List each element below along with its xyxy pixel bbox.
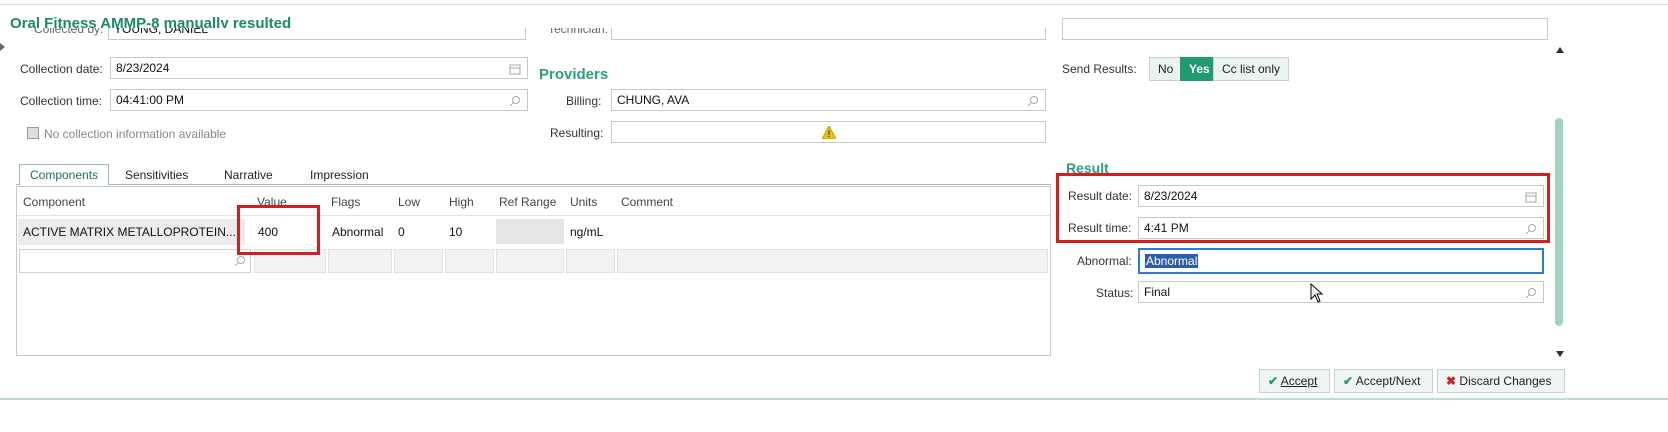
- collection-time-label: Collection time:: [20, 94, 103, 108]
- search-icon[interactable]: [1027, 93, 1039, 107]
- flags-cell[interactable]: Abnormal: [332, 219, 383, 245]
- status-value: Final: [1144, 285, 1171, 299]
- col-header-flags[interactable]: Flags: [331, 195, 360, 209]
- discard-changes-button[interactable]: ✖ Discard Changes: [1437, 369, 1565, 393]
- tab-impression[interactable]: Impression: [310, 168, 369, 182]
- svg-text:!: !: [828, 129, 831, 139]
- col-header-comment[interactable]: Comment: [621, 195, 673, 209]
- mouse-cursor-icon: [1310, 282, 1324, 306]
- accept-button[interactable]: ✔ Accept: [1259, 369, 1330, 393]
- collection-time-field[interactable]: 04:41:00 PM: [110, 89, 528, 111]
- close-icon: ✖: [1446, 374, 1457, 388]
- low-cell[interactable]: 0: [398, 219, 405, 245]
- units-cell[interactable]: ng/mL: [570, 219, 603, 245]
- new-units-cell[interactable]: [566, 249, 615, 273]
- technician-field[interactable]: [611, 28, 1046, 40]
- result-datetime-highlight-box: [1056, 173, 1550, 243]
- status-field[interactable]: Final: [1138, 281, 1544, 303]
- no-collection-label: No collection information available: [44, 127, 227, 141]
- collected-by-value: YOUNG, DANIEL: [114, 28, 209, 36]
- send-results-label: Send Results:: [1062, 62, 1137, 76]
- col-header-ref-range[interactable]: Ref Range: [499, 195, 556, 209]
- technician-row: Technician:: [538, 28, 1048, 40]
- send-results-no[interactable]: No: [1149, 57, 1183, 81]
- abnormal-value: Abnormal: [1145, 254, 1199, 268]
- new-low-cell[interactable]: [394, 249, 443, 273]
- col-header-units[interactable]: Units: [570, 195, 597, 209]
- top-right-field[interactable]: [1062, 18, 1548, 40]
- scroll-thumb[interactable]: [1555, 118, 1563, 326]
- new-high-cell[interactable]: [445, 249, 494, 273]
- check-next-icon: ✔: [1343, 374, 1354, 388]
- value-highlight-box: [237, 205, 320, 255]
- new-component-input[interactable]: [19, 249, 251, 273]
- technician-label: Technician:: [548, 28, 609, 36]
- resulting-field[interactable]: !: [611, 121, 1046, 143]
- tab-components[interactable]: Components: [19, 164, 110, 186]
- col-header-component[interactable]: Component: [23, 195, 85, 209]
- top-divider: [0, 4, 1668, 5]
- calendar-icon[interactable]: [509, 61, 521, 75]
- billing-label: Billing:: [566, 94, 602, 108]
- accept-next-button[interactable]: ✔ Accept/Next: [1334, 369, 1433, 393]
- abnormal-field[interactable]: Abnormal: [1138, 248, 1544, 274]
- col-header-high[interactable]: High: [449, 195, 474, 209]
- abnormal-label: Abnormal:: [1077, 254, 1132, 268]
- scroll-down-icon[interactable]: [1556, 346, 1564, 360]
- bottom-divider: [0, 398, 1668, 400]
- billing-field[interactable]: CHUNG, AVA: [611, 89, 1046, 111]
- collected-by-field[interactable]: YOUNG, DANIEL: [108, 28, 526, 40]
- high-cell[interactable]: 10: [449, 219, 462, 245]
- warning-icon: !: [821, 124, 837, 145]
- new-comment-cell[interactable]: [617, 249, 1048, 273]
- new-ref-range-cell[interactable]: [496, 249, 564, 273]
- no-collection-checkbox[interactable]: [27, 127, 39, 139]
- providers-heading: Providers: [539, 66, 609, 83]
- resulting-label: Resulting:: [550, 126, 604, 140]
- collected-by-label: Collected by:: [34, 28, 104, 36]
- ref-range-cell[interactable]: [496, 219, 564, 244]
- collection-date-value: 8/23/2024: [116, 61, 170, 75]
- collection-time-value: 04:41:00 PM: [116, 93, 185, 107]
- search-icon[interactable]: [234, 255, 246, 270]
- tab-bar-line: [16, 184, 1051, 185]
- grid-header-line: [17, 215, 1050, 216]
- component-cell[interactable]: ACTIVE MATRIX METALLOPROTEIN...: [23, 219, 245, 245]
- status-label: Status:: [1096, 286, 1134, 300]
- vertical-scrollbar[interactable]: [1553, 0, 1567, 360]
- search-icon[interactable]: [1525, 285, 1537, 299]
- sidebar-toggle[interactable]: [0, 40, 6, 54]
- scroll-up-icon[interactable]: [1556, 42, 1564, 56]
- check-icon: ✔: [1268, 374, 1279, 388]
- components-grid: Component Value Flags Low High Ref Range…: [16, 186, 1051, 356]
- collection-date-label: Collection date:: [20, 62, 103, 76]
- billing-value: CHUNG, AVA: [617, 93, 690, 107]
- send-results-cc[interactable]: Cc list only: [1213, 57, 1290, 81]
- search-icon[interactable]: [509, 93, 521, 107]
- collected-by-row: Collected by: YOUNG, DANIEL: [16, 28, 528, 40]
- new-flags-cell[interactable]: [328, 249, 392, 273]
- tab-narrative[interactable]: Narrative: [224, 168, 273, 182]
- col-header-low[interactable]: Low: [398, 195, 420, 209]
- tab-sensitivities[interactable]: Sensitivities: [125, 168, 188, 182]
- collection-date-field[interactable]: 8/23/2024: [110, 57, 528, 79]
